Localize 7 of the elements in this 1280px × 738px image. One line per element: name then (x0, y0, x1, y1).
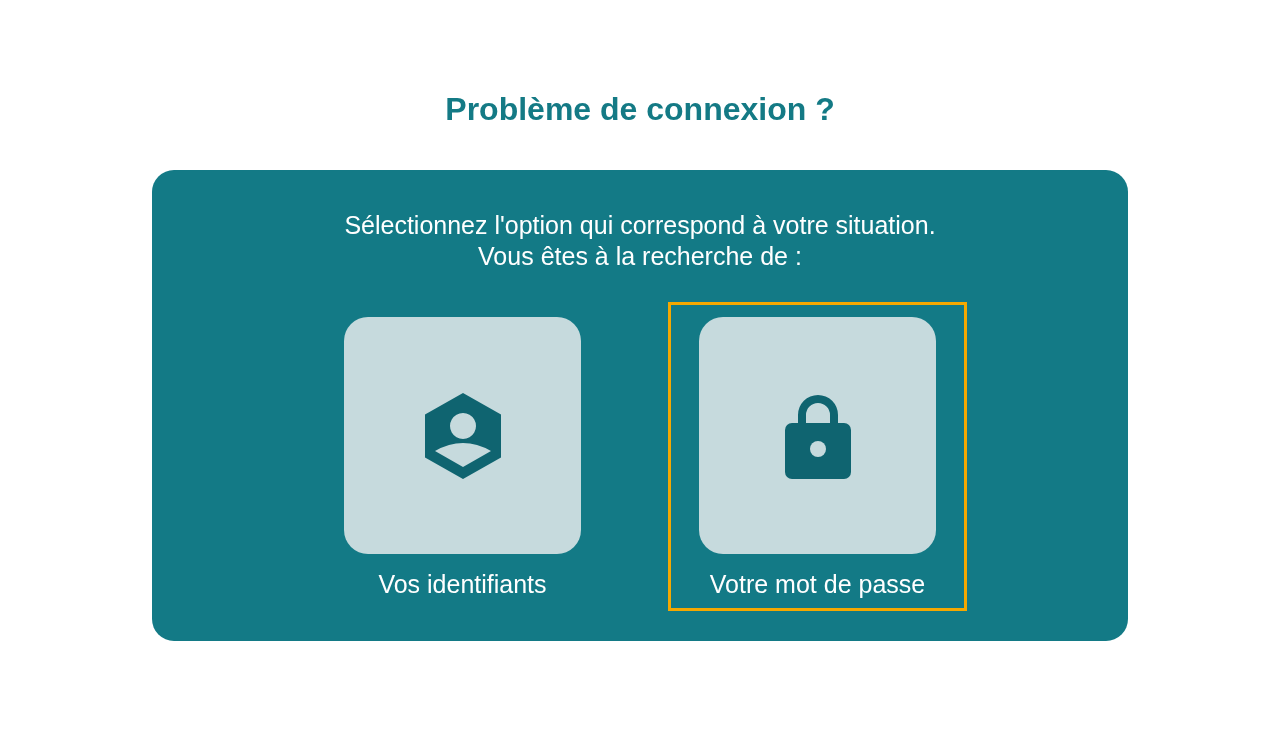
instruction-text: Vous êtes à la recherche de : (478, 241, 802, 272)
option-button[interactable]: Votre mot de passe (668, 302, 967, 611)
lock-icon (784, 392, 851, 479)
option-button[interactable]: Vos identifiants (313, 302, 612, 611)
user-badge-icon (424, 392, 501, 479)
instruction-text: Sélectionnez l'option qui correspond à votre situation. (344, 210, 936, 241)
page-title: Problème de connexion ? (445, 90, 835, 129)
